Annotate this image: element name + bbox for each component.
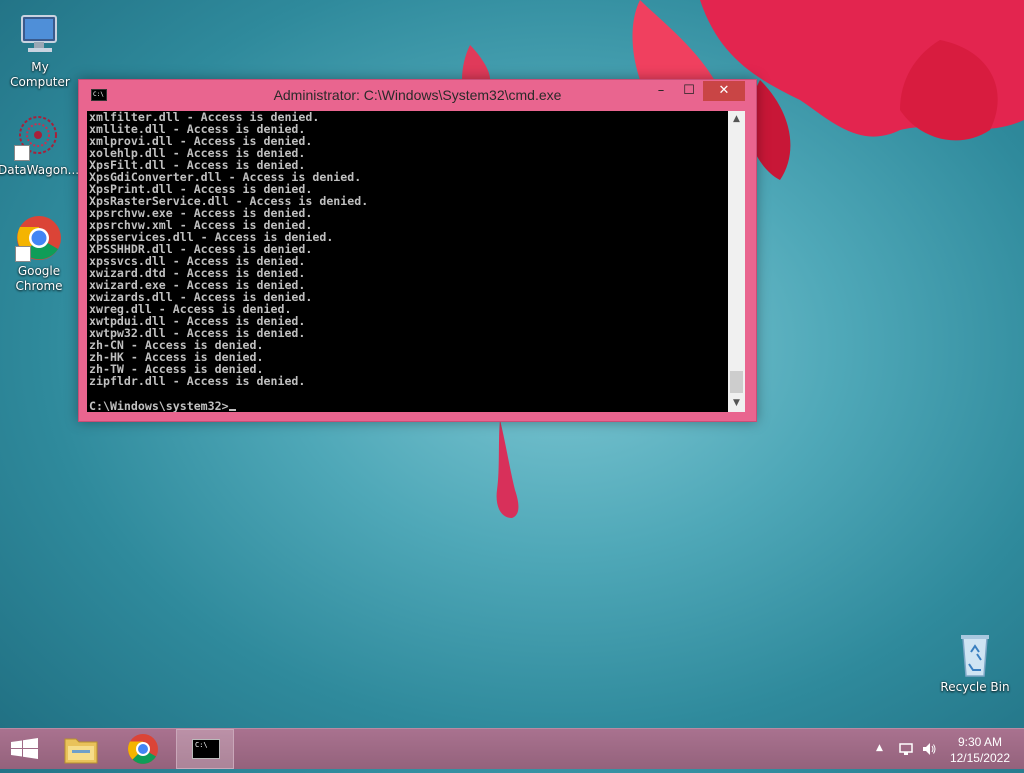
- title-bar[interactable]: C:\ Administrator: C:\Windows\System32\c…: [79, 80, 756, 110]
- recycle-bin-icon: [951, 630, 999, 678]
- start-button[interactable]: [0, 729, 58, 769]
- show-hidden-icons-button[interactable]: ▲: [876, 743, 883, 753]
- cmd-window[interactable]: C:\ Administrator: C:\Windows\System32\c…: [78, 79, 757, 422]
- windows-logo-icon: [11, 738, 38, 759]
- minimize-button[interactable]: –: [647, 81, 675, 101]
- chrome-icon: [15, 214, 63, 262]
- volume-icon[interactable]: [921, 741, 937, 760]
- clock-time: 9:30 AM: [957, 735, 1002, 749]
- clock-date: 12/15/2022: [949, 751, 1010, 765]
- console-line: zipfldr.dll - Access is denied.: [89, 374, 306, 388]
- desktop-icon-my-computer[interactable]: My Computer: [0, 10, 80, 90]
- maximize-button[interactable]: ☐: [675, 81, 703, 101]
- desktop-icon-google-chrome[interactable]: Google Chrome: [0, 214, 79, 294]
- datawagon-icon: [14, 113, 62, 161]
- scroll-down-button[interactable]: ▼: [728, 395, 745, 412]
- folder-icon: [64, 738, 98, 764]
- taskbar: C:\ ▲ 9:30 AM 12/15/2022: [0, 728, 1024, 769]
- system-clock[interactable]: 9:30 AM 12/15/2022: [950, 734, 1010, 766]
- taskbar-cmd[interactable]: C:\: [176, 729, 234, 769]
- close-button[interactable]: ✕: [703, 81, 745, 101]
- scroll-thumb[interactable]: [730, 371, 743, 393]
- console-lines: xmlfilter.dll - Access is denied. xmllite…: [89, 111, 368, 387]
- taskbar-file-explorer[interactable]: [52, 729, 110, 769]
- taskbar-chrome[interactable]: [114, 729, 172, 769]
- prompt-text: C:\Windows\system32>: [89, 399, 229, 412]
- desktop-icon-label: Recycle Bin: [940, 680, 1010, 694]
- network-icon[interactable]: [898, 741, 914, 760]
- console-output[interactable]: xmlfilter.dll - Access is denied. xmllite…: [87, 111, 728, 412]
- monitor-icon: [16, 10, 64, 58]
- desktop-icon-label: Google Chrome: [15, 264, 63, 293]
- vertical-scrollbar[interactable]: ▲ ▼: [728, 111, 745, 412]
- desktop-icon-label: DataWagon...: [0, 163, 80, 177]
- desktop-icon-datawagon[interactable]: DataWagon...: [0, 113, 80, 178]
- desktop-icon-label: My Computer: [10, 60, 70, 89]
- desktop-icon-recycle-bin[interactable]: Recycle Bin: [935, 630, 1015, 695]
- chrome-icon: [128, 734, 158, 764]
- text-cursor: [228, 409, 236, 411]
- shortcut-arrow-icon: [15, 246, 31, 262]
- scroll-up-button[interactable]: ▲: [728, 111, 745, 128]
- cmd-icon: C:\: [192, 739, 220, 759]
- command-prompt[interactable]: C:\Windows\system32>: [89, 399, 236, 412]
- cmd-icon-text: C:\: [195, 741, 208, 749]
- shortcut-arrow-icon: [14, 145, 30, 161]
